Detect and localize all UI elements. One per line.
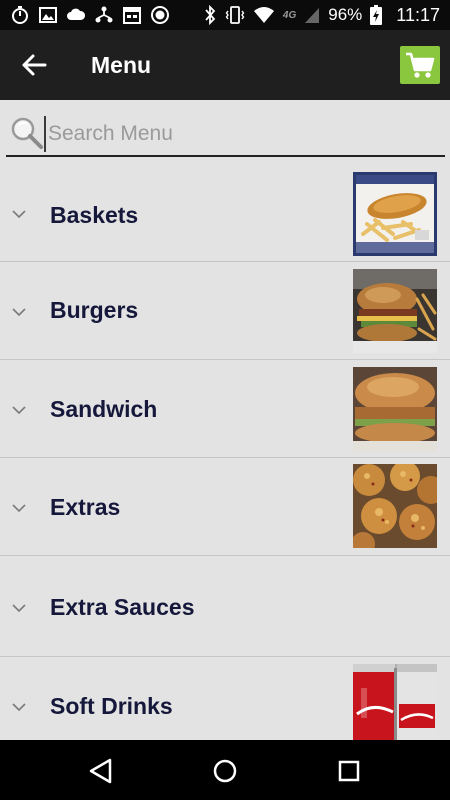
menu-category-list: Baskets Burgers Sandwich Extras Extra Sa… bbox=[0, 164, 450, 755]
menu-item-extra-sauces[interactable]: Extra Sauces bbox=[0, 556, 450, 657]
chevron-down-icon bbox=[12, 210, 26, 219]
back-button[interactable] bbox=[18, 50, 52, 80]
menu-item-label: Burgers bbox=[50, 297, 139, 323]
battery-charging-icon bbox=[370, 5, 383, 25]
menu-item-baskets[interactable]: Baskets bbox=[0, 164, 450, 262]
nav-recents-button[interactable] bbox=[334, 756, 364, 786]
menu-item-sandwich[interactable]: Sandwich bbox=[0, 360, 450, 458]
chevron-down-icon bbox=[12, 604, 26, 613]
cloud-icon bbox=[67, 8, 86, 20]
menu-item-label: Sandwich bbox=[50, 396, 158, 422]
shopping-cart-icon bbox=[406, 52, 435, 78]
stopwatch-icon bbox=[12, 6, 28, 24]
network-icon bbox=[95, 6, 113, 23]
bluetooth-icon bbox=[205, 5, 216, 25]
status-left-icons bbox=[10, 5, 170, 25]
page-title: Menu bbox=[91, 52, 152, 78]
app-bar: Menu bbox=[0, 30, 450, 100]
image-icon bbox=[39, 7, 57, 23]
battery-percent: 96% bbox=[328, 5, 363, 24]
menu-item-label: Baskets bbox=[50, 202, 139, 228]
menu-item-extras[interactable]: Extras bbox=[0, 458, 450, 556]
search-bar bbox=[0, 100, 450, 158]
clock: 11:17 bbox=[396, 5, 440, 25]
search-underline bbox=[6, 155, 445, 157]
nav-back-button[interactable] bbox=[86, 756, 116, 786]
burger-photo bbox=[353, 269, 437, 353]
soda-cans-photo bbox=[353, 664, 437, 748]
arrow-left-icon bbox=[22, 54, 47, 76]
signal-icon bbox=[305, 8, 320, 23]
search-input[interactable] bbox=[44, 116, 428, 152]
status-bar: 4G 96% 11:17 bbox=[0, 0, 450, 30]
chevron-down-icon bbox=[12, 504, 26, 513]
search-icon bbox=[11, 117, 43, 149]
chevron-down-icon bbox=[12, 703, 26, 712]
sandwich-photo bbox=[353, 367, 437, 451]
calendar-icon bbox=[123, 7, 141, 24]
system-nav-bar bbox=[0, 740, 450, 800]
wifi-icon bbox=[253, 7, 274, 23]
menu-item-burgers[interactable]: Burgers bbox=[0, 262, 450, 360]
nav-home-button[interactable] bbox=[210, 756, 240, 786]
chevron-down-icon bbox=[12, 308, 26, 317]
cart-button[interactable] bbox=[400, 46, 440, 84]
chevron-down-icon bbox=[12, 406, 26, 415]
menu-item-label: Extra Sauces bbox=[50, 594, 195, 620]
menu-item-label: Extras bbox=[50, 494, 121, 520]
record-icon bbox=[151, 6, 169, 24]
fish-and-chips-photo bbox=[353, 172, 437, 256]
status-right-icons: 4G 96% 11:17 bbox=[203, 4, 440, 26]
network-type: 4G bbox=[282, 9, 297, 21]
vibrate-icon bbox=[225, 6, 245, 24]
crab-cakes-photo bbox=[353, 464, 437, 548]
menu-item-label: Soft Drinks bbox=[50, 693, 173, 719]
